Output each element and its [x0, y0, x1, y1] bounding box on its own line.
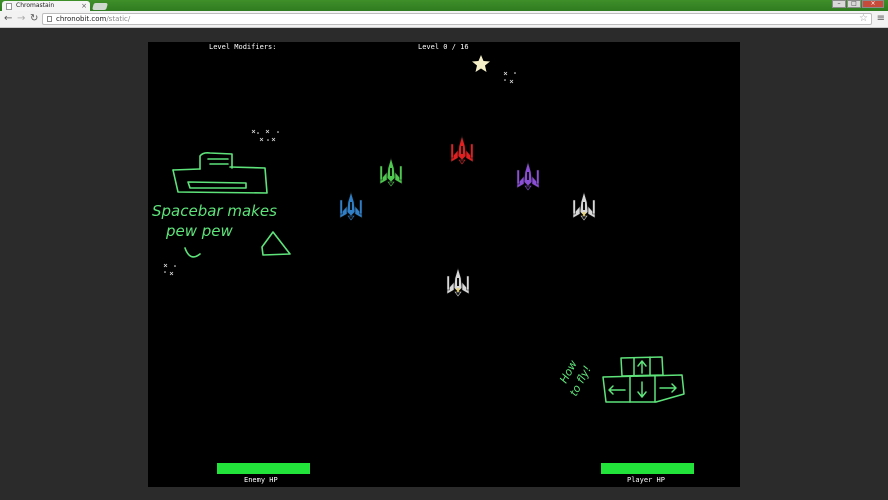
- maximize-button[interactable]: □: [847, 0, 861, 8]
- close-window-button[interactable]: ×: [862, 0, 884, 8]
- enemy-blue-ship: [339, 190, 363, 221]
- forward-icon[interactable]: →: [17, 13, 25, 25]
- back-icon[interactable]: ←: [4, 13, 12, 25]
- player-hp-bar: [601, 463, 694, 474]
- url-path: /static/: [106, 15, 131, 23]
- bookmark-star-icon[interactable]: ☆: [859, 13, 868, 25]
- enemy-white-ship: [572, 190, 596, 221]
- enemy-hp-fill: [217, 463, 310, 474]
- enemy-hp-bar: [217, 463, 310, 474]
- new-tab-button[interactable]: [92, 3, 108, 10]
- reload-icon[interactable]: ↻: [30, 13, 38, 25]
- enemy-red-ship: [450, 134, 474, 165]
- player-ship: [446, 266, 470, 297]
- address-bar[interactable]: chronobit.com/static/ ☆: [42, 13, 872, 25]
- game-canvas[interactable]: Level Modifiers: Level 0 / 16 Spacebar m…: [148, 42, 740, 487]
- menu-icon[interactable]: ≡: [877, 13, 885, 25]
- url-domain: chronobit.com: [56, 15, 107, 23]
- url-text: chronobit.com/static/: [56, 14, 130, 24]
- browser-titlebar: Chromastain × – □ ×: [0, 0, 888, 11]
- page-icon: [47, 16, 52, 22]
- window-controls: – □ ×: [832, 0, 884, 8]
- enemy-green-ship: [379, 156, 403, 187]
- enemy-hp-label: Enemy HP: [244, 476, 278, 484]
- minimize-button[interactable]: –: [832, 0, 846, 8]
- player-hp-label: Player HP: [627, 476, 665, 484]
- browser-toolbar: ← → ↻ chronobit.com/static/ ☆ ≡: [0, 11, 888, 28]
- page-icon: [6, 2, 12, 10]
- ships-layer: [339, 134, 596, 297]
- enemy-purple-ship: [516, 160, 540, 191]
- browser-tab[interactable]: Chromastain ×: [2, 1, 90, 11]
- player-hp-fill: [601, 463, 694, 474]
- close-icon[interactable]: ×: [81, 1, 87, 11]
- tab-title: Chromastain: [16, 2, 55, 9]
